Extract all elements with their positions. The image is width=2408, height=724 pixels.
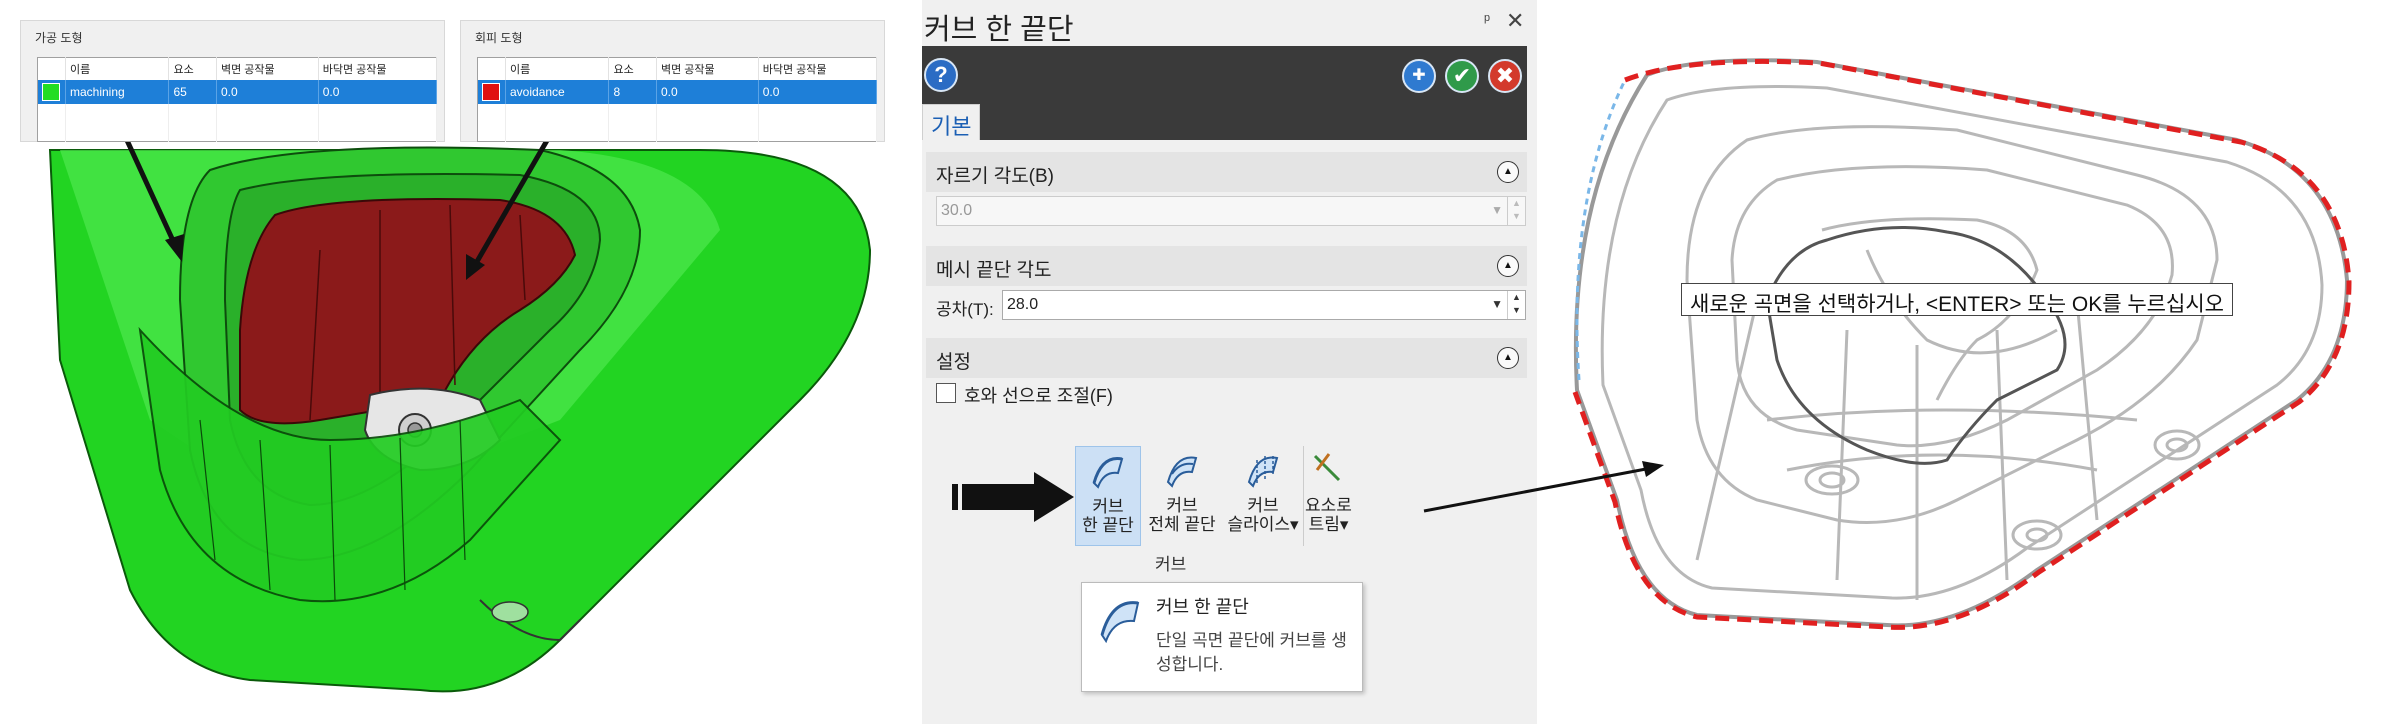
column-header-floor-stock[interactable]: 바닥면 공작물 bbox=[318, 57, 438, 80]
column-header-name[interactable]: 이름 bbox=[505, 57, 610, 80]
collapse-chevron-icon[interactable]: ▲ bbox=[1497, 255, 1519, 277]
column-header-floor-stock[interactable]: 바닥면 공작물 bbox=[758, 57, 878, 80]
ribbon-label-line1: 커브 bbox=[1092, 497, 1124, 516]
section-cut-angle[interactable]: 자르기 각도(B) ▲ bbox=[926, 152, 1527, 192]
tolerance-label: 공차(T): bbox=[936, 300, 994, 319]
pointer-arrow-graphic bbox=[1423, 461, 1664, 513]
pin-icon[interactable]: ᵖ bbox=[1484, 12, 1490, 30]
wireframe-model-render bbox=[1572, 58, 2352, 630]
column-header-name[interactable]: 이름 bbox=[65, 57, 170, 80]
row-elements: 8 bbox=[608, 79, 657, 104]
section-settings-header: 설정 bbox=[936, 352, 971, 373]
ribbon-label-line2: 슬라이스▾ bbox=[1227, 515, 1299, 534]
row-elements: 65 bbox=[168, 79, 217, 104]
collapse-chevron-icon[interactable]: ▲ bbox=[1497, 347, 1519, 369]
help-icon: ? bbox=[934, 62, 948, 87]
ok-button[interactable]: ✔ bbox=[1445, 59, 1479, 93]
trim-to-element-icon bbox=[1313, 453, 1340, 482]
dialog-action-bar: ? ✚ ✔ ✖ bbox=[922, 46, 1527, 104]
tooltip-description: 단일 곡면 끝단에 커브를 생성합니다. bbox=[1156, 631, 1347, 674]
ok-icon: ✔ bbox=[1452, 63, 1472, 88]
column-header-wall-stock[interactable]: 벽면 공작물 bbox=[656, 57, 759, 80]
arc-line-checkbox[interactable] bbox=[936, 383, 956, 403]
table-header-row: 이름 요소 벽면 공작물 바닥면 공작물 bbox=[37, 57, 438, 80]
curve-all-edges-icon bbox=[1166, 456, 1198, 488]
pointer-arrow-graphic bbox=[952, 472, 1074, 522]
row-wall-stock: 0.0 bbox=[216, 79, 319, 104]
empty-row bbox=[477, 103, 878, 142]
curve-single-edge-icon bbox=[1092, 457, 1124, 489]
cancel-button[interactable]: ✖ bbox=[1488, 59, 1522, 93]
tab-basic[interactable]: 기본 bbox=[922, 104, 980, 140]
curve-slice-icon bbox=[1247, 456, 1279, 488]
left-3d-view[interactable]: 가공 도형 이름 요소 벽면 공작물 바닥면 공작물 machining 65 … bbox=[0, 0, 900, 724]
machining-panel-title: 가공 도형 bbox=[35, 31, 83, 45]
row-wall-stock: 0.0 bbox=[656, 79, 759, 104]
color-swatch bbox=[482, 82, 500, 101]
section-mesh-edge-angle[interactable]: 메시 끝단 각도 ▲ bbox=[926, 246, 1527, 286]
section-mesh-edge-angle-header: 메시 끝단 각도 bbox=[936, 260, 1052, 281]
ribbon-label-line2: 트림▾ bbox=[1308, 515, 1349, 534]
curve-slice-button[interactable]: 커브 슬라이스▾ bbox=[1223, 446, 1303, 546]
row-floor-stock: 0.0 bbox=[758, 79, 878, 104]
cancel-icon: ✖ bbox=[1495, 63, 1515, 88]
close-icon[interactable]: ✕ bbox=[1506, 8, 1524, 34]
column-header-wall-stock[interactable]: 벽면 공작물 bbox=[216, 57, 319, 80]
avoidance-geometry-table[interactable]: 이름 요소 벽면 공작물 바닥면 공작물 avoidance 8 0.0 0.0 bbox=[477, 57, 878, 142]
curve-ribbon-group: 커브 한 끝단 커브 전체 끝단 커브 슬라이스▾ 요소로 트림▾ 커브 bbox=[1075, 446, 1352, 576]
ribbon-label-line1: 커브 bbox=[1247, 496, 1279, 515]
apply-icon: ✚ bbox=[1412, 67, 1426, 84]
table-row[interactable]: avoidance 8 0.0 0.0 bbox=[477, 79, 878, 104]
dropdown-arrow-icon[interactable]: ▼ bbox=[1491, 203, 1503, 217]
swatch-column-header bbox=[37, 57, 66, 80]
tolerance-combo[interactable]: 28.0 ▼ ▲ ▼ bbox=[1002, 290, 1526, 320]
ribbon-group-label: 커브 bbox=[1155, 555, 1187, 574]
cut-angle-combo[interactable]: 30.0 ▼ ▲ ▼ bbox=[936, 196, 1526, 226]
curve-all-edges-button[interactable]: 커브 전체 끝단 bbox=[1141, 446, 1223, 546]
machining-geometry-panel: 가공 도형 이름 요소 벽면 공작물 바닥면 공작물 machining 65 … bbox=[20, 20, 445, 142]
apply-button[interactable]: ✚ bbox=[1402, 59, 1436, 93]
row-name: machining bbox=[65, 79, 170, 104]
screenshot-root: { "machining_panel": { "title": "가공 도형",… bbox=[0, 0, 2408, 724]
tab-strip bbox=[922, 104, 1527, 140]
column-header-elements[interactable]: 요소 bbox=[168, 57, 217, 80]
machining-geometry-table[interactable]: 이름 요소 벽면 공작물 바닥면 공작물 machining 65 0.0 0.… bbox=[37, 57, 438, 142]
color-swatch-cell bbox=[477, 79, 506, 104]
table-row[interactable]: machining 65 0.0 0.0 bbox=[37, 79, 438, 104]
row-floor-stock: 0.0 bbox=[318, 79, 438, 104]
row-name: avoidance bbox=[505, 79, 610, 104]
tooltip-title: 커브 한 끝단 bbox=[1156, 597, 1249, 617]
curve-single-edge-icon bbox=[1100, 601, 1140, 643]
section-cut-angle-header: 자르기 각도(B) bbox=[936, 166, 1055, 187]
spin-buttons-icon[interactable]: ▲ ▼ bbox=[1507, 197, 1525, 225]
tolerance-value: 28.0 bbox=[1007, 296, 1039, 313]
section-settings[interactable]: 설정 ▲ bbox=[926, 338, 1527, 378]
curve-single-edge-button[interactable]: 커브 한 끝단 bbox=[1075, 446, 1141, 546]
ribbon-label-line2: 한 끝단 bbox=[1082, 516, 1134, 535]
cut-angle-value: 30.0 bbox=[941, 202, 973, 219]
dialog-title: 커브 한 끝단 bbox=[924, 14, 1074, 46]
color-swatch-cell bbox=[37, 79, 66, 104]
color-swatch bbox=[42, 82, 60, 101]
right-wireframe-view[interactable] bbox=[1537, 0, 2408, 724]
dropdown-arrow-icon[interactable]: ▼ bbox=[1491, 297, 1503, 311]
ribbon-label-line2: 전체 끝단 bbox=[1148, 515, 1216, 534]
table-header-row: 이름 요소 벽면 공작물 바닥면 공작물 bbox=[477, 57, 878, 80]
spin-buttons-icon[interactable]: ▲ ▼ bbox=[1507, 291, 1525, 319]
help-button[interactable]: ? bbox=[924, 58, 958, 92]
avoidance-geometry-panel: 회피 도형 이름 요소 벽면 공작물 바닥면 공작물 avoidance 8 0… bbox=[460, 20, 885, 142]
ribbon-label-line1: 커브 bbox=[1166, 496, 1198, 515]
ribbon-label-line1: 요소로 bbox=[1305, 496, 1352, 515]
empty-row bbox=[37, 103, 438, 142]
column-header-elements[interactable]: 요소 bbox=[608, 57, 657, 80]
arc-line-checkbox-label: 호와 선으로 조절(F) bbox=[964, 386, 1113, 406]
avoidance-panel-title: 회피 도형 bbox=[475, 31, 523, 45]
trim-to-element-button[interactable]: 요소로 트림▾ bbox=[1303, 446, 1353, 546]
command-prompt-tooltip: 새로운 곡면을 선택하거나, <ENTER> 또는 OK를 누르십시오 bbox=[1681, 283, 2233, 316]
collapse-chevron-icon[interactable]: ▲ bbox=[1497, 161, 1519, 183]
swatch-column-header bbox=[477, 57, 506, 80]
ribbon-tooltip: 커브 한 끝단 단일 곡면 끝단에 커브를 생성합니다. bbox=[1081, 582, 1363, 692]
